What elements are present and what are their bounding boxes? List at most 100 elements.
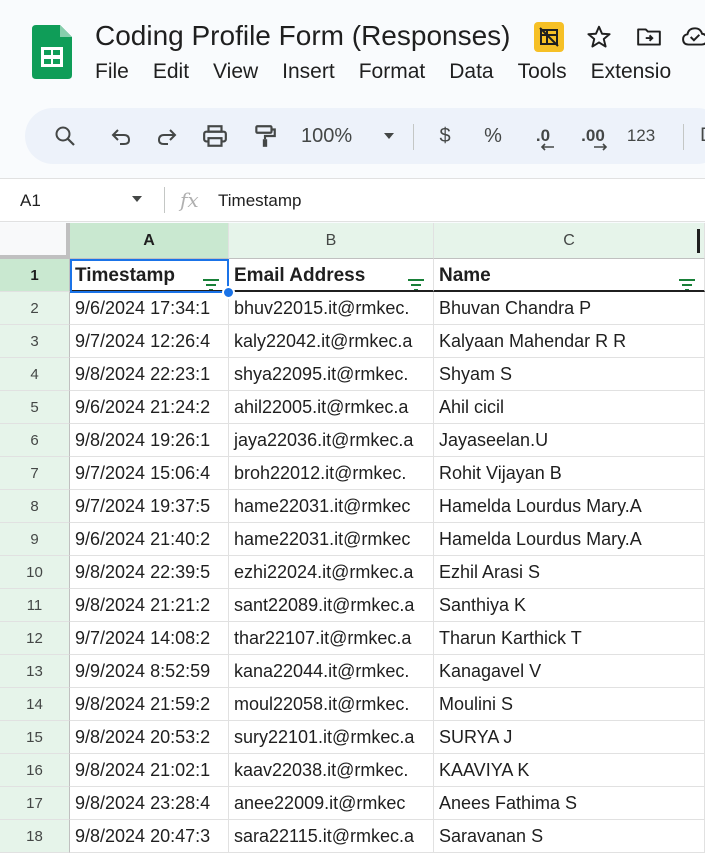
table-cell[interactable]: bhuv22015.it@rmkec. [229, 292, 434, 325]
row-header[interactable]: 11 [0, 589, 70, 622]
row-header[interactable]: 8 [0, 490, 70, 523]
table-cell[interactable]: 9/6/2024 17:34:1 [70, 292, 229, 325]
table-cell[interactable]: Tharun Karthick T [434, 622, 705, 655]
row-header[interactable]: 5 [0, 391, 70, 424]
zoom-caret-icon[interactable] [377, 118, 401, 154]
table-cell[interactable]: 9/8/2024 23:28:4 [70, 787, 229, 820]
menu-tools[interactable]: Tools [518, 60, 567, 84]
menu-file[interactable]: File [95, 60, 129, 84]
select-all-corner[interactable] [0, 223, 70, 259]
document-title[interactable]: Coding Profile Form (Responses) [95, 20, 511, 52]
fill-handle[interactable] [222, 286, 235, 299]
row-header[interactable]: 7 [0, 457, 70, 490]
search-menus-icon[interactable] [47, 118, 83, 154]
font-select[interactable]: D [697, 118, 705, 154]
row-header[interactable]: 4 [0, 358, 70, 391]
filter-icon[interactable] [678, 270, 696, 290]
paint-format-icon[interactable] [247, 118, 283, 154]
table-cell[interactable]: ezhi22024.it@rmkec.a [229, 556, 434, 589]
table-cell[interactable]: thar22107.it@rmkec.a [229, 622, 434, 655]
print-icon[interactable] [197, 118, 233, 154]
number-format-button[interactable]: 123 [621, 118, 661, 154]
menu-format[interactable]: Format [359, 60, 426, 84]
row-header[interactable]: 3 [0, 325, 70, 358]
table-cell[interactable]: 9/8/2024 22:39:5 [70, 556, 229, 589]
increase-decimal-button[interactable]: .00 [573, 118, 613, 154]
move-folder-icon[interactable] [634, 22, 664, 52]
decrease-decimal-button[interactable]: .0 [525, 118, 561, 154]
table-cell[interactable]: Bhuvan Chandra P [434, 292, 705, 325]
table-cell[interactable]: Rohit Vijayan B [434, 457, 705, 490]
currency-format-button[interactable]: $ [431, 118, 459, 154]
table-cell[interactable]: Saravanan S [434, 820, 705, 853]
row-header[interactable]: 10 [0, 556, 70, 589]
table-cell[interactable]: moul22058.it@rmkec. [229, 688, 434, 721]
table-cell[interactable]: 9/8/2024 21:02:1 [70, 754, 229, 787]
table-cell[interactable]: Moulini S [434, 688, 705, 721]
undo-icon[interactable] [103, 118, 139, 154]
table-cell[interactable]: sant22089.it@rmkec.a [229, 589, 434, 622]
header-cell[interactable]: Timestamp [70, 259, 229, 292]
table-cell[interactable]: ahil22005.it@rmkec.a [229, 391, 434, 424]
table-cell[interactable]: Ezhil Arasi S [434, 556, 705, 589]
column-resize-handle[interactable] [697, 229, 700, 253]
column-header-a[interactable]: A [70, 223, 229, 259]
row-header[interactable]: 1 [0, 259, 70, 292]
table-cell[interactable]: 9/8/2024 20:47:3 [70, 820, 229, 853]
table-cell[interactable]: KAAVIYA K [434, 754, 705, 787]
header-cell[interactable]: Email Address [229, 259, 434, 292]
table-cell[interactable]: Shyam S [434, 358, 705, 391]
table-cell[interactable]: Santhiya K [434, 589, 705, 622]
row-header[interactable]: 18 [0, 820, 70, 853]
formula-input[interactable]: Timestamp [218, 191, 301, 211]
filter-icon[interactable] [202, 270, 220, 290]
menu-extensions[interactable]: Extensio [591, 60, 672, 84]
table-cell[interactable]: sara22115.it@rmkec.a [229, 820, 434, 853]
table-cell[interactable]: 9/7/2024 12:26:4 [70, 325, 229, 358]
table-cell[interactable]: anee22009.it@rmkec [229, 787, 434, 820]
row-header[interactable]: 2 [0, 292, 70, 325]
percent-format-button[interactable]: % [479, 118, 507, 154]
row-header[interactable]: 14 [0, 688, 70, 721]
menu-insert[interactable]: Insert [282, 60, 335, 84]
row-header[interactable]: 6 [0, 424, 70, 457]
menu-edit[interactable]: Edit [153, 60, 189, 84]
menu-data[interactable]: Data [449, 60, 493, 84]
row-header[interactable]: 16 [0, 754, 70, 787]
table-cell[interactable]: 9/8/2024 21:21:2 [70, 589, 229, 622]
table-cell[interactable]: 9/6/2024 21:24:2 [70, 391, 229, 424]
sheets-logo-icon[interactable] [32, 25, 72, 79]
table-cell[interactable]: kaly22042.it@rmkec.a [229, 325, 434, 358]
table-cell[interactable]: shya22095.it@rmkec. [229, 358, 434, 391]
hide-grid-icon[interactable] [534, 22, 564, 52]
table-cell[interactable]: 9/7/2024 14:08:2 [70, 622, 229, 655]
table-cell[interactable]: 9/8/2024 22:23:1 [70, 358, 229, 391]
table-cell[interactable]: Hamelda Lourdus Mary.A [434, 523, 705, 556]
table-cell[interactable]: 9/8/2024 19:26:1 [70, 424, 229, 457]
table-cell[interactable]: hame22031.it@rmkec [229, 490, 434, 523]
table-cell[interactable]: Kalyaan Mahendar R R [434, 325, 705, 358]
column-header-c[interactable]: C [434, 223, 705, 259]
table-cell[interactable]: 9/8/2024 20:53:2 [70, 721, 229, 754]
row-header[interactable]: 9 [0, 523, 70, 556]
name-box[interactable]: A1 [20, 191, 41, 211]
table-cell[interactable]: Kanagavel V [434, 655, 705, 688]
table-cell[interactable]: 9/9/2024 8:52:59 [70, 655, 229, 688]
row-header[interactable]: 15 [0, 721, 70, 754]
redo-icon[interactable] [149, 118, 185, 154]
table-cell[interactable]: Anees Fathima S [434, 787, 705, 820]
table-cell[interactable]: 9/6/2024 21:40:2 [70, 523, 229, 556]
table-cell[interactable]: SURYA J [434, 721, 705, 754]
menu-view[interactable]: View [213, 60, 258, 84]
name-box-caret-icon[interactable] [130, 193, 144, 207]
table-cell[interactable]: sury22101.it@rmkec.a [229, 721, 434, 754]
header-cell[interactable]: Name [434, 259, 705, 292]
table-cell[interactable]: jaya22036.it@rmkec.a [229, 424, 434, 457]
table-cell[interactable]: broh22012.it@rmkec. [229, 457, 434, 490]
row-header[interactable]: 13 [0, 655, 70, 688]
star-icon[interactable] [584, 22, 614, 52]
row-header[interactable]: 17 [0, 787, 70, 820]
table-cell[interactable]: Jayaseelan.U [434, 424, 705, 457]
table-cell[interactable]: 9/8/2024 21:59:2 [70, 688, 229, 721]
table-cell[interactable]: Hamelda Lourdus Mary.A [434, 490, 705, 523]
